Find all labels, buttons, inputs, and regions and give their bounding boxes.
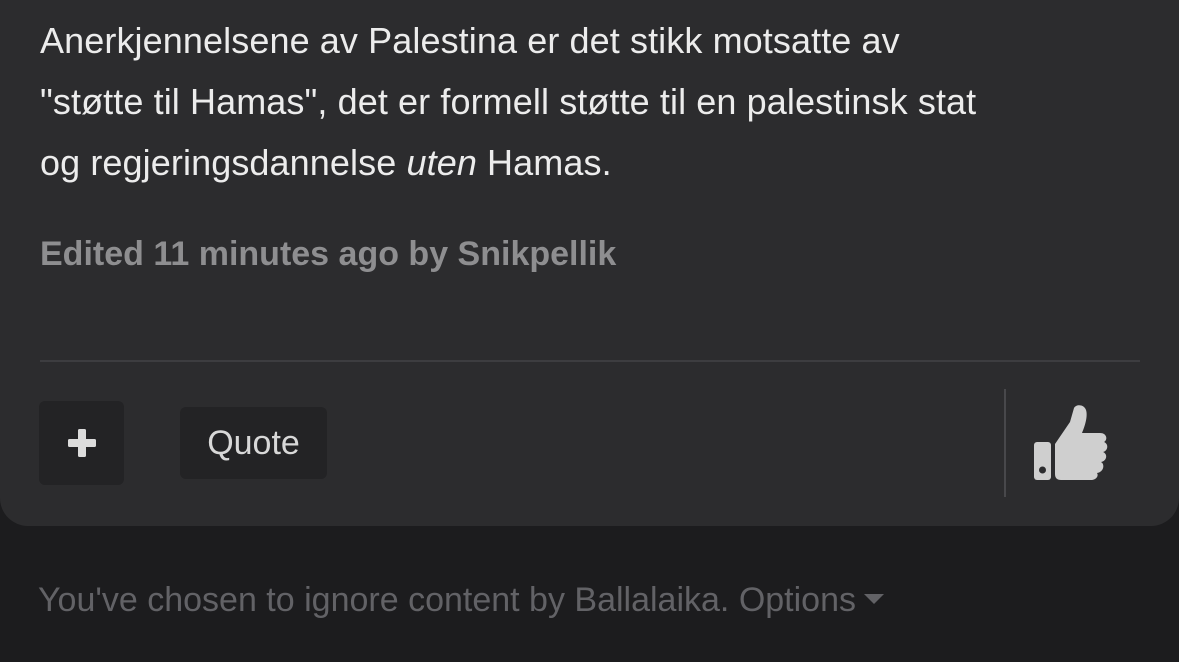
quote-button[interactable]: Quote [180, 407, 327, 479]
post-text-line: Anerkjennelsene av Palestina er det stik… [40, 20, 900, 61]
post-text-line: "støtte til Hamas", det er formell støtt… [40, 81, 977, 122]
vertical-separator [1004, 389, 1006, 497]
caret-down-icon [864, 594, 885, 605]
post-text-segment: Hamas. [476, 142, 612, 183]
post-body: Anerkjennelsene av Palestina er det stik… [40, 10, 1150, 193]
post-text-line: og regjeringsdannelse uten Hamas. [40, 132, 1150, 193]
options-link[interactable]: Options [738, 581, 885, 619]
thumbs-up-icon [1034, 405, 1108, 480]
divider [40, 360, 1140, 362]
plus-button[interactable] [39, 401, 124, 485]
ignored-notice-text: You've chosen to ignore content by Balla… [38, 581, 739, 619]
ignored-content-notice: You've chosen to ignore content by Balla… [38, 576, 885, 624]
edited-note: Edited 11 minutes ago by Snikpellik [40, 235, 617, 273]
post-text-segment: og regjeringsdannelse [40, 142, 407, 183]
post-text-emphasis: uten [406, 142, 477, 183]
post-card: Anerkjennelsene av Palestina er det stik… [0, 0, 1179, 526]
forum-page: Anerkjennelsene av Palestina er det stik… [0, 0, 1179, 662]
like-button[interactable] [1028, 402, 1116, 486]
options-label: Options [738, 581, 857, 619]
plus-icon [67, 429, 96, 457]
